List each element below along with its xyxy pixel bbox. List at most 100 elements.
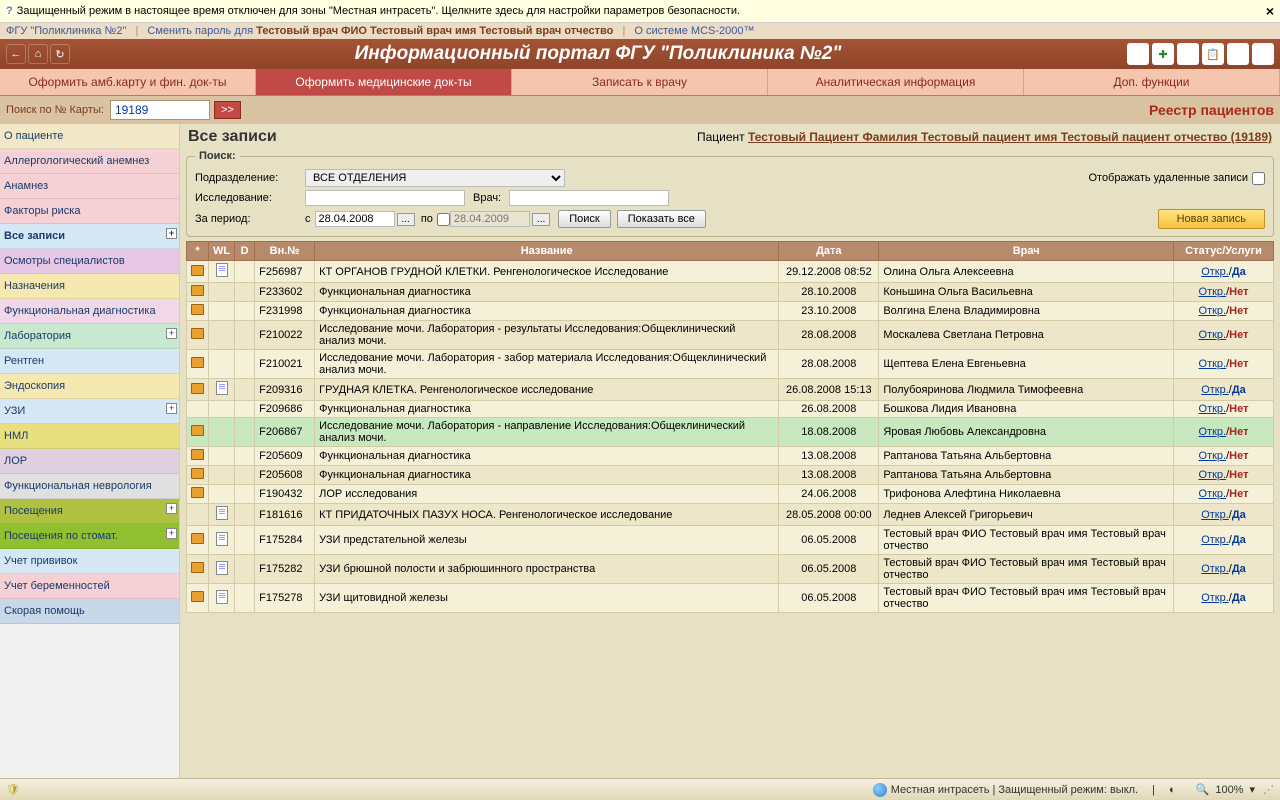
- refresh-button[interactable]: ↻: [50, 44, 70, 64]
- table-row[interactable]: F209686Функциональная диагностика26.08.2…: [187, 401, 1274, 418]
- service-link[interactable]: Нет: [1229, 286, 1248, 298]
- status-link[interactable]: Откр.: [1201, 563, 1229, 575]
- status-link[interactable]: Откр.: [1199, 426, 1227, 438]
- document-icon[interactable]: [216, 381, 228, 395]
- sidebar-item-16[interactable]: Посещения по стомат.+: [0, 524, 179, 549]
- change-password-link[interactable]: Сменить пароль для Тестовый врач ФИО Тес…: [147, 25, 613, 37]
- zoom-dropdown[interactable]: ▾: [1249, 783, 1255, 796]
- mail-icon[interactable]: ✉: [1127, 43, 1149, 65]
- sidebar-item-17[interactable]: Учет прививок: [0, 549, 179, 574]
- table-row[interactable]: F175282УЗИ брюшной полости и забрюшинног…: [187, 555, 1274, 584]
- study-input[interactable]: [305, 190, 465, 206]
- col-7[interactable]: Статус/Услуги: [1174, 242, 1274, 261]
- table-row[interactable]: F175278УЗИ щитовидной железы06.05.2008Те…: [187, 584, 1274, 613]
- service-link[interactable]: Да: [1232, 266, 1246, 278]
- date-from-input[interactable]: [315, 211, 395, 227]
- col-0[interactable]: *: [187, 242, 209, 261]
- show-all-button[interactable]: Показать все: [617, 210, 706, 228]
- edit-icon[interactable]: ✎: [1177, 43, 1199, 65]
- doctor-input[interactable]: [509, 190, 669, 206]
- home-button[interactable]: ⌂: [28, 44, 48, 64]
- clipboard-icon[interactable]: 📋: [1202, 43, 1224, 65]
- folder-icon[interactable]: [191, 328, 204, 339]
- col-4[interactable]: Название: [315, 242, 779, 261]
- back-button[interactable]: ←: [6, 44, 26, 64]
- folder-icon[interactable]: [191, 591, 204, 602]
- folder-icon[interactable]: [191, 533, 204, 544]
- expand-icon[interactable]: +: [166, 228, 177, 239]
- col-2[interactable]: D: [235, 242, 255, 261]
- document-icon[interactable]: [216, 590, 228, 604]
- sidebar-item-13[interactable]: ЛОР: [0, 449, 179, 474]
- status-link[interactable]: Откр.: [1199, 329, 1227, 341]
- status-link[interactable]: Откр.: [1199, 358, 1227, 370]
- tab-analytics[interactable]: Аналитическая информация: [768, 69, 1024, 95]
- table-row[interactable]: F205608Функциональная диагностика13.08.2…: [187, 466, 1274, 485]
- service-link[interactable]: Нет: [1229, 426, 1248, 438]
- service-link[interactable]: Нет: [1229, 329, 1248, 341]
- sidebar-item-11[interactable]: УЗИ+: [0, 399, 179, 424]
- folder-icon[interactable]: [191, 285, 204, 296]
- date-from-picker[interactable]: ...: [397, 213, 415, 226]
- sidebar-item-7[interactable]: Функциональная диагностика: [0, 299, 179, 324]
- sidebar-item-1[interactable]: Аллергологический анемнез: [0, 149, 179, 174]
- sidebar-item-3[interactable]: Факторы риска: [0, 199, 179, 224]
- table-row[interactable]: F206867Исследование мочи. Лаборатория - …: [187, 418, 1274, 447]
- folder-icon[interactable]: [191, 383, 204, 394]
- folder-icon[interactable]: [191, 487, 204, 498]
- sms-icon[interactable]: SMS: [1227, 43, 1249, 65]
- sidebar-item-15[interactable]: Посещения+: [0, 499, 179, 524]
- col-3[interactable]: Вн.№: [255, 242, 315, 261]
- col-5[interactable]: Дата: [779, 242, 879, 261]
- document-icon[interactable]: [216, 263, 228, 277]
- service-link[interactable]: Да: [1232, 592, 1246, 604]
- folder-icon[interactable]: [191, 265, 204, 276]
- date-to-enable[interactable]: [437, 213, 450, 226]
- print-icon[interactable]: 🖨: [1252, 43, 1274, 65]
- status-link[interactable]: Откр.: [1201, 384, 1229, 396]
- status-link[interactable]: Откр.: [1201, 534, 1229, 546]
- search-button[interactable]: Поиск: [558, 210, 610, 228]
- status-link[interactable]: Откр.: [1199, 488, 1227, 500]
- status-link[interactable]: Откр.: [1201, 592, 1229, 604]
- status-link[interactable]: Откр.: [1199, 286, 1227, 298]
- sidebar-item-10[interactable]: Эндоскопия: [0, 374, 179, 399]
- table-row[interactable]: F210021Исследование мочи. Лаборатория - …: [187, 350, 1274, 379]
- table-row[interactable]: F210022Исследование мочи. Лаборатория - …: [187, 321, 1274, 350]
- table-row[interactable]: F205609Функциональная диагностика13.08.2…: [187, 447, 1274, 466]
- service-link[interactable]: Да: [1232, 509, 1246, 521]
- card-search-go[interactable]: >>: [214, 101, 241, 119]
- patient-link[interactable]: Тестовый Пациент Фамилия Тестовый пациен…: [748, 130, 1272, 144]
- sidebar-item-19[interactable]: Скорая помощь: [0, 599, 179, 624]
- folder-icon[interactable]: [191, 425, 204, 436]
- folder-icon[interactable]: [191, 357, 204, 368]
- table-row[interactable]: F181616КТ ПРИДАТОЧНЫХ ПАЗУХ НОСА. Ренген…: [187, 504, 1274, 526]
- service-link[interactable]: Нет: [1229, 403, 1248, 415]
- sidebar-item-6[interactable]: Назначения: [0, 274, 179, 299]
- expand-icon[interactable]: +: [166, 528, 177, 539]
- zoom-icon[interactable]: 🔍: [1196, 783, 1210, 796]
- sidebar-item-5[interactable]: Осмотры специалистов: [0, 249, 179, 274]
- resize-grip[interactable]: ⋰: [1263, 783, 1274, 796]
- service-link[interactable]: Нет: [1229, 488, 1248, 500]
- service-link[interactable]: Да: [1232, 384, 1246, 396]
- tab-appointment[interactable]: Записать к врачу: [512, 69, 768, 95]
- org-link[interactable]: ФГУ "Поликлиника №2": [6, 25, 126, 37]
- status-link[interactable]: Откр.: [1199, 469, 1227, 481]
- show-deleted-checkbox[interactable]: [1252, 172, 1265, 185]
- security-bar[interactable]: ? Защищенный режим в настоящее время отк…: [0, 0, 1280, 23]
- col-1[interactable]: WL: [209, 242, 235, 261]
- document-icon[interactable]: [216, 532, 228, 546]
- document-icon[interactable]: [216, 561, 228, 575]
- tab-med-docs[interactable]: Оформить медицинские док-ты: [256, 69, 512, 95]
- table-row[interactable]: F175284УЗИ предстательной железы06.05.20…: [187, 526, 1274, 555]
- sidebar-item-2[interactable]: Анамнез: [0, 174, 179, 199]
- table-row[interactable]: F190432ЛОР исследования24.06.2008Трифоно…: [187, 485, 1274, 504]
- table-row[interactable]: F256987КТ ОРГАНОВ ГРУДНОЙ КЛЕТКИ. Ренген…: [187, 261, 1274, 283]
- sidebar-item-9[interactable]: Рентген: [0, 349, 179, 374]
- folder-icon[interactable]: [191, 304, 204, 315]
- status-link[interactable]: Откр.: [1199, 450, 1227, 462]
- status-link[interactable]: Откр.: [1201, 509, 1229, 521]
- tab-extra[interactable]: Доп. функции: [1024, 69, 1280, 95]
- service-link[interactable]: Да: [1232, 534, 1246, 546]
